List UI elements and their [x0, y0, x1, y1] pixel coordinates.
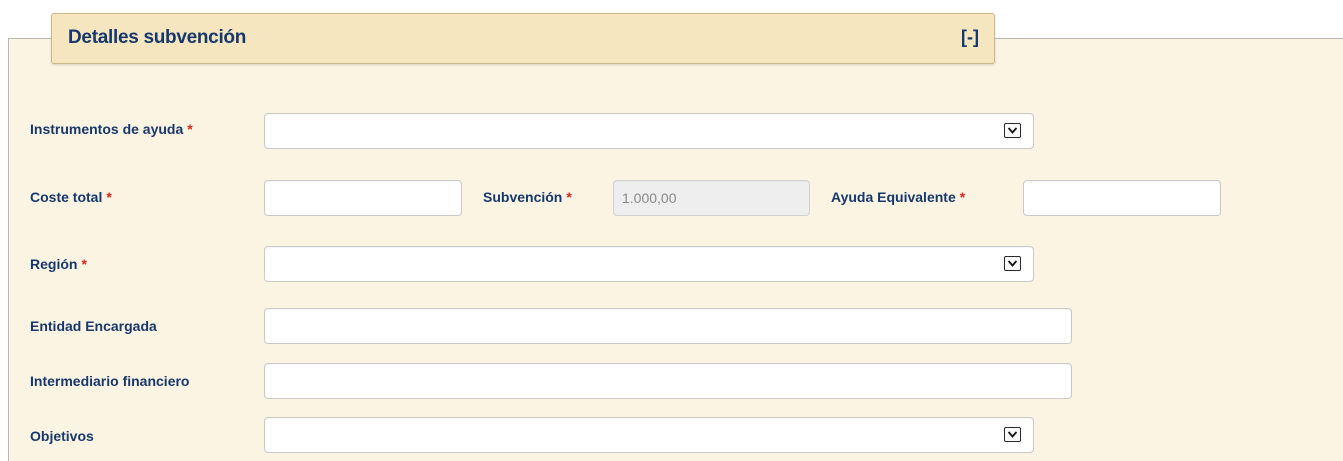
chevron-down-icon[interactable] — [1004, 256, 1021, 271]
required-mark: * — [187, 121, 193, 137]
objetivos-label: Objetivos — [30, 428, 94, 444]
subvencion-value: 1.000,00 — [622, 190, 677, 206]
region-label-text: Región — [30, 256, 78, 272]
ayuda-equivalente-input[interactable] — [1023, 180, 1221, 216]
required-mark: * — [106, 189, 112, 205]
intermediario-input[interactable] — [264, 363, 1072, 399]
intermediario-label: Intermediario financiero — [30, 373, 189, 389]
entidad-encargada-label-text: Entidad Encargada — [30, 318, 157, 334]
coste-total-label: Coste total * — [30, 189, 112, 205]
ayuda-equivalente-label: Ayuda Equivalente * — [831, 189, 965, 205]
section-header: Detalles subvención [-] — [51, 13, 995, 64]
section-title: Detalles subvención — [68, 27, 247, 48]
objetivos-select[interactable] — [264, 417, 1034, 453]
chevron-down-icon[interactable] — [1004, 427, 1021, 442]
instrumentos-select[interactable] — [264, 113, 1034, 149]
chevron-down-icon[interactable] — [1004, 123, 1021, 138]
intermediario-label-text: Intermediario financiero — [30, 373, 190, 389]
subvencion-label: Subvención * — [483, 189, 572, 205]
collapse-button[interactable]: [-] — [961, 27, 979, 48]
entidad-encargada-input[interactable] — [264, 308, 1072, 344]
instrumentos-label: Instrumentos de ayuda * — [30, 121, 193, 137]
required-mark: * — [81, 256, 87, 272]
subvencion-input: 1.000,00 — [613, 180, 810, 216]
subvencion-label-text: Subvención — [483, 189, 563, 205]
coste-total-label-text: Coste total — [30, 189, 103, 205]
region-label: Región * — [30, 256, 87, 272]
instrumentos-label-text: Instrumentos de ayuda — [30, 121, 184, 137]
objetivos-label-text: Objetivos — [30, 428, 94, 444]
required-mark: * — [566, 189, 572, 205]
coste-total-input[interactable] — [264, 180, 462, 216]
ayuda-equivalente-label-text: Ayuda Equivalente — [831, 189, 956, 205]
region-select[interactable] — [264, 246, 1034, 282]
required-mark: * — [959, 189, 966, 205]
entidad-encargada-label: Entidad Encargada — [30, 318, 157, 334]
